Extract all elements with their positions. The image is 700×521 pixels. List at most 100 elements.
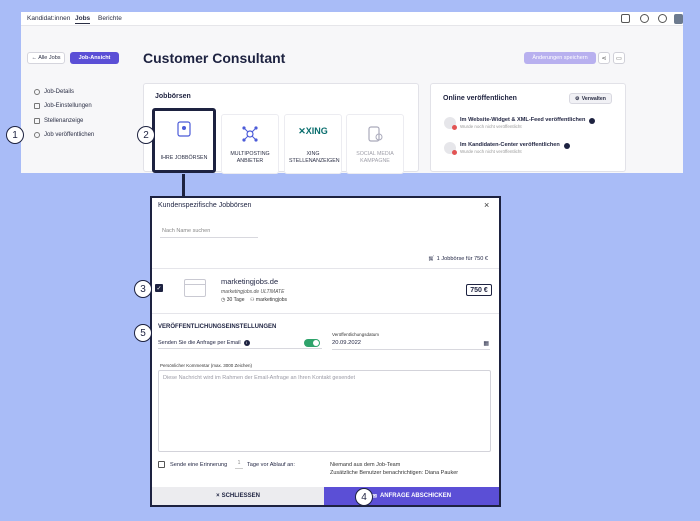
- top-navigation: Kandidat:innen Jobs Berichte: [21, 12, 683, 26]
- sidebar-item-stellenanzeige[interactable]: Stellenanzeige: [34, 118, 83, 124]
- unpublished-icon: [444, 142, 457, 155]
- date-field[interactable]: 20.09.2022 ▦: [332, 340, 490, 350]
- sidebar-item-label: Job veröffentlichen: [44, 132, 95, 138]
- divider: [152, 268, 499, 269]
- online-row-title: Im Kandidaten-Center veröffentlichen: [460, 142, 560, 148]
- modal-title: Kundenspezifische Jobbörsen: [158, 202, 252, 209]
- share-icon[interactable]: ⋖: [598, 52, 610, 64]
- card-label: MULTIPOSTING ANBIETER: [230, 150, 270, 164]
- callout-3: 3: [134, 280, 152, 298]
- sidebar-item-label: Job-Details: [44, 89, 75, 95]
- help-icon[interactable]: [658, 14, 667, 23]
- unpublished-icon: [444, 117, 457, 130]
- all-jobs-button[interactable]: ← Alle Jobs: [27, 52, 65, 64]
- email-toggle[interactable]: [304, 339, 320, 347]
- info-icon[interactable]: i: [243, 339, 250, 346]
- tab-jobs[interactable]: Jobs: [75, 15, 91, 24]
- email-option: Senden Sie die Anfrage per Email i: [158, 337, 322, 349]
- close-label: SCHLIESSEN: [221, 493, 260, 499]
- cart-summary-text: 1 Jobbörse für 750 €: [436, 256, 488, 262]
- card-label: XING STELLENANZEIGEN: [289, 150, 340, 164]
- date-value: 20.09.2022: [332, 340, 362, 346]
- email-label: Senden Sie die Anfrage per Email: [158, 339, 241, 346]
- card-multiposting[interactable]: MULTIPOSTING ANBIETER: [221, 114, 279, 174]
- close-icon: ×: [216, 493, 220, 499]
- card-label: SOCIAL MEDIA KAMPAGNE: [356, 150, 394, 164]
- item-checkbox[interactable]: ✓: [155, 284, 163, 292]
- wrench-icon: [34, 103, 40, 109]
- search-input[interactable]: Nach Name suchen: [160, 225, 258, 238]
- provider-text: marketingjobs: [255, 297, 288, 303]
- callout-5: 5: [134, 324, 152, 342]
- jobboerse-product: marketingjobs.de ULTIMATE: [221, 289, 285, 295]
- info-icon[interactable]: [589, 118, 596, 124]
- card-ihre-jobboersen[interactable]: IHRE JOBBÖRSEN: [152, 108, 216, 173]
- network-icon: [242, 126, 258, 142]
- gear-icon: ⚙: [575, 95, 580, 102]
- close-button[interactable]: × SCHLIESSEN: [152, 487, 324, 505]
- online-row-status: Wurde noch nicht veröffentlicht: [460, 149, 522, 154]
- date-label: Veröffentlichungsdatum: [332, 332, 379, 337]
- avatar[interactable]: [674, 14, 683, 24]
- notify-team-text: Niemand aus dem Job-Team: [330, 462, 401, 468]
- send-label: ANFRAGE ABSCHICKEN: [379, 493, 452, 499]
- jobboerse-name: marketingjobs.de: [221, 277, 279, 286]
- jobboerse-meta: ◷ 30 Tage ⚇ marketingjobs: [221, 297, 287, 303]
- sidebar-item-job-settings[interactable]: Job-Einstellungen: [34, 103, 92, 109]
- sidebar-item-label: Job-Einstellungen: [44, 103, 92, 109]
- reminder-suffix: Tage vor Ablauf an:: [247, 462, 295, 468]
- page-title: Customer Consultant: [143, 50, 286, 66]
- comment-label: Persönlicher Kommentar (max. 3000 Zeiche…: [160, 363, 253, 368]
- chat-icon[interactable]: [621, 14, 630, 23]
- save-changes-button[interactable]: Änderungen speichern: [524, 52, 596, 64]
- manage-button[interactable]: ⚙ Verwalten: [569, 93, 612, 104]
- close-icon[interactable]: ×: [484, 200, 489, 210]
- online-row-kandidaten-center: Im Kandidaten-Center veröffentlichen Wur…: [444, 142, 570, 155]
- card-label: IHRE JOBBÖRSEN: [160, 154, 208, 161]
- info-icon: [34, 89, 40, 95]
- cart-icon: 🛒︎: [428, 256, 436, 262]
- browser-thumbnail-icon: [184, 279, 206, 297]
- card-social-media[interactable]: SOCIAL MEDIA KAMPAGNE: [346, 114, 404, 174]
- callout-2: 2: [137, 126, 155, 144]
- jobboersen-title: Jobbörsen: [155, 93, 191, 100]
- manage-label: Verwalten: [581, 95, 606, 102]
- notify-users-text: Zusätzliche Benutzer benachrichtigen: Di…: [330, 470, 459, 476]
- online-row-status: Wurde noch nicht veröffentlicht: [460, 124, 522, 129]
- send-request-button[interactable]: ✉ ANFRAGE ABSCHICKEN: [324, 487, 499, 505]
- job-view-button[interactable]: Job-Ansicht: [70, 52, 119, 64]
- connector-line: [182, 174, 185, 197]
- document-icon: [34, 118, 40, 124]
- badge-icon: [177, 121, 191, 137]
- sidebar-item-label: Stellenanzeige: [44, 118, 84, 124]
- job-view-label: Job-Ansicht: [78, 55, 111, 61]
- preview-icon[interactable]: ▭: [613, 52, 625, 64]
- modal-dialog: [150, 196, 501, 507]
- callout-4: 4: [355, 488, 373, 506]
- online-row-widget: Im Website-Widget & XML-Feed veröffentli…: [444, 117, 596, 130]
- reminder-days-input[interactable]: 1: [235, 460, 243, 469]
- social-icon: [368, 126, 383, 142]
- xing-logo: ✕XING: [298, 126, 328, 136]
- tab-berichte[interactable]: Berichte: [98, 15, 122, 22]
- calendar-icon[interactable]: ▦: [483, 340, 489, 347]
- callout-1: 1: [6, 126, 24, 144]
- users-icon: ⚇: [250, 297, 255, 303]
- settings-icon[interactable]: [640, 14, 649, 23]
- sidebar-item-publish[interactable]: Job veröffentlichen: [34, 132, 94, 138]
- duration-text: 30 Tage: [226, 297, 245, 303]
- sidebar-item-job-details[interactable]: Job-Details: [34, 89, 74, 95]
- comment-textarea[interactable]: Diese Nachricht wird im Rahmen der Email…: [158, 370, 491, 452]
- settings-title: VERÖFFENTLICHUNGSEINSTELLUNGEN: [158, 324, 277, 330]
- broadcast-icon: [34, 132, 40, 138]
- tab-kandidaten[interactable]: Kandidat:innen: [27, 15, 70, 22]
- price-badge: 750 €: [466, 284, 492, 296]
- reminder-checkbox[interactable]: [158, 461, 165, 468]
- reminder-label: Sende eine Erinnerung: [170, 462, 228, 468]
- cart-summary: 🛒︎ 1 Jobbörse für 750 €: [428, 256, 488, 262]
- online-publish-title: Online veröffentlichen: [443, 95, 517, 102]
- divider: [152, 313, 499, 314]
- online-row-title: Im Website-Widget & XML-Feed veröffentli…: [460, 117, 586, 123]
- card-xing[interactable]: ✕XING XING STELLENANZEIGEN: [284, 114, 342, 174]
- info-icon[interactable]: [563, 143, 570, 149]
